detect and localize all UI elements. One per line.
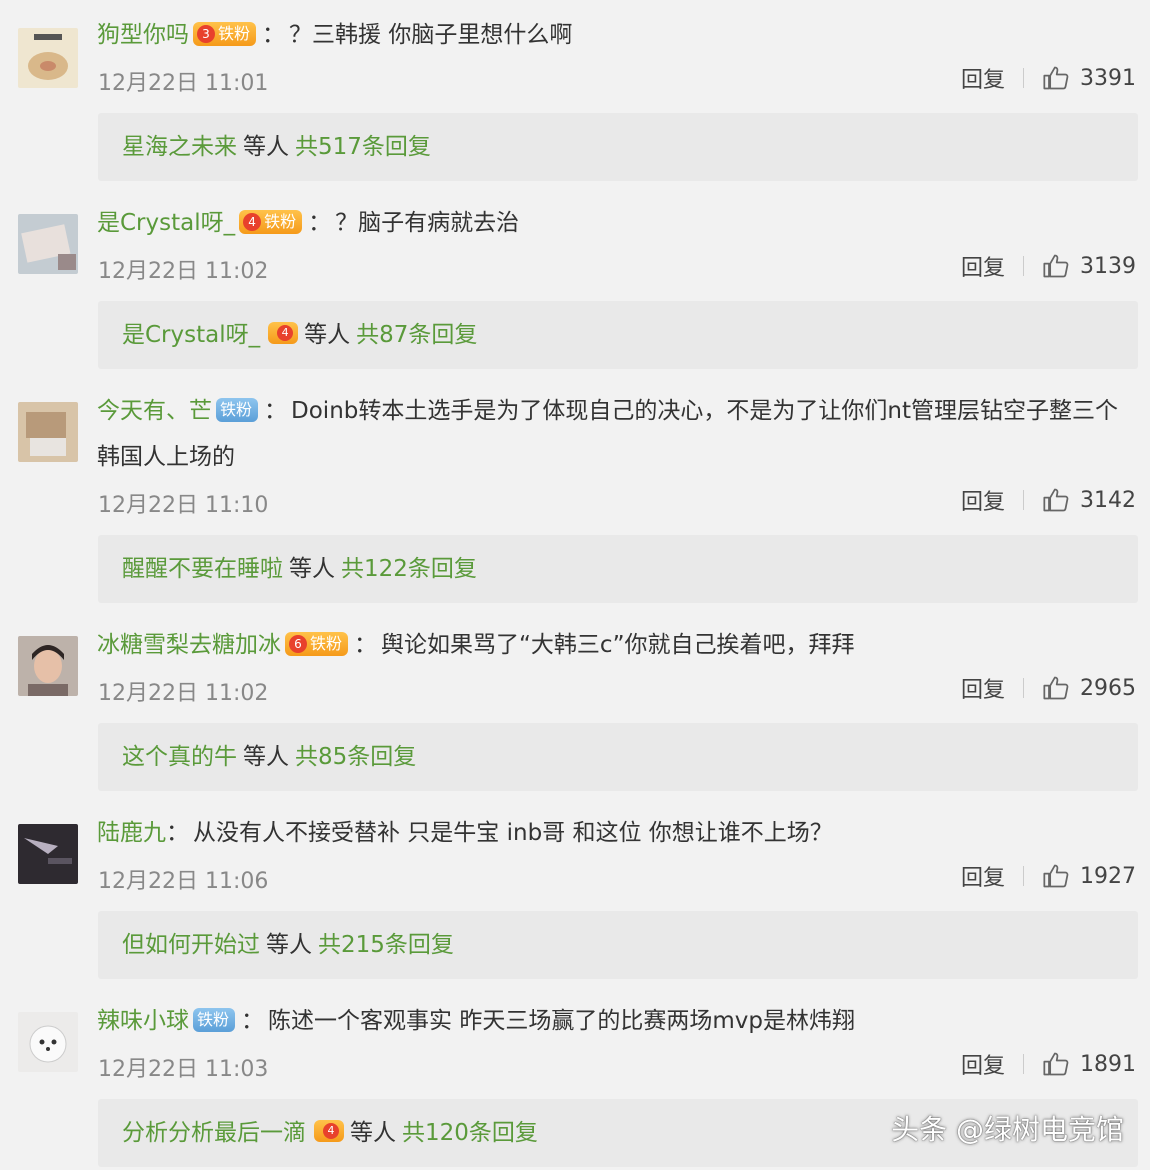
thumbs-up-icon[interactable] xyxy=(1042,1050,1070,1078)
reply-button[interactable]: 回复 xyxy=(961,484,1005,516)
like-count: 3391 xyxy=(1080,65,1136,91)
comment-text: 舆论如果骂了“大韩三c”你就自己挨着吧，拜拜 xyxy=(381,632,855,658)
comment-time: 12月22日 11:06 xyxy=(98,869,269,894)
thumbs-up-icon[interactable] xyxy=(1042,674,1070,702)
fan-badge: 6 铁粉 xyxy=(285,632,349,656)
avatar[interactable] xyxy=(18,28,78,88)
thumbs-up-icon[interactable] xyxy=(1042,486,1070,514)
reply-user[interactable]: 醒醒不要在睡啦 xyxy=(122,556,283,582)
divider xyxy=(1023,866,1024,886)
reply-summary[interactable]: 星海之未来 等人 共517条回复 xyxy=(98,113,1138,181)
divider xyxy=(1023,490,1024,510)
avatar-image xyxy=(18,402,78,462)
like-count: 3139 xyxy=(1080,253,1136,279)
avatar[interactable] xyxy=(18,402,78,462)
reply-count-link[interactable]: 共215条回复 xyxy=(318,932,454,958)
like-count: 2965 xyxy=(1080,675,1136,701)
thumbs-up-icon[interactable] xyxy=(1042,64,1070,92)
reply-user[interactable]: 但如何开始过 xyxy=(122,932,260,958)
reply-summary[interactable]: 这个真的牛 等人 共85条回复 xyxy=(98,723,1138,791)
thumbs-up-icon[interactable] xyxy=(1042,862,1070,890)
comment-text: 陈述一个客观事实 昨天三场赢了的比赛两场mvp是林炜翔 xyxy=(268,1008,855,1034)
comment-text: ？脑子有病就去治 xyxy=(335,210,520,236)
fan-level-icon: 4 xyxy=(268,322,299,344)
comment-text: 从没有人不接受替补 只是牛宝 inb哥 和这位 你想让谁不上场？ xyxy=(193,820,833,846)
comment-time: 12月22日 11:01 xyxy=(98,71,269,96)
reply-count-link[interactable]: 共87条回复 xyxy=(356,322,477,348)
reply-count-link[interactable]: 共85条回复 xyxy=(295,744,416,770)
divider xyxy=(1023,678,1024,698)
avatar-image xyxy=(18,214,78,274)
fan-badge: 铁粉 xyxy=(216,398,259,422)
like-count: 1891 xyxy=(1080,1051,1136,1077)
avatar[interactable] xyxy=(18,824,78,884)
fan-badge: 4 铁粉 xyxy=(239,210,303,234)
fan-level-icon: 4 xyxy=(314,1120,344,1142)
comment-time: 12月22日 11:10 xyxy=(98,493,269,518)
comment-time: 12月22日 11:02 xyxy=(98,681,269,706)
reply-user[interactable]: 是Crystal呀_ xyxy=(122,322,260,348)
reply-summary[interactable]: 醒醒不要在睡啦 等人 共122条回复 xyxy=(98,535,1138,603)
comment-text: ？三韩援 你脑子里想什么啊 xyxy=(289,22,573,48)
watermark: 头条 @绿树电竞馆 xyxy=(891,1113,1124,1146)
reply-count-link[interactable]: 共120条回复 xyxy=(402,1120,538,1146)
reply-button[interactable]: 回复 xyxy=(961,250,1005,282)
username[interactable]: 陆鹿九 xyxy=(97,820,166,846)
fan-badge: 铁粉 xyxy=(193,1008,236,1032)
reply-user[interactable]: 分析分析最后一滴 xyxy=(122,1120,306,1146)
reply-button[interactable]: 回复 xyxy=(961,672,1005,704)
username[interactable]: 狗型你吗 xyxy=(97,22,189,48)
reply-user[interactable]: 星海之未来 xyxy=(122,134,237,160)
divider xyxy=(1023,256,1024,276)
avatar-image xyxy=(18,824,78,884)
comment-time: 12月22日 11:02 xyxy=(98,259,269,284)
reply-count-link[interactable]: 共122条回复 xyxy=(341,556,477,582)
reply-summary[interactable]: 但如何开始过 等人 共215条回复 xyxy=(98,911,1138,979)
thumbs-up-icon[interactable] xyxy=(1042,252,1070,280)
avatar[interactable] xyxy=(18,636,78,696)
divider xyxy=(1023,1054,1024,1074)
reply-user[interactable]: 这个真的牛 xyxy=(122,744,237,770)
username[interactable]: 冰糖雪梨去糖加冰 xyxy=(97,632,281,658)
avatar[interactable] xyxy=(18,214,78,274)
username[interactable]: 是Crystal呀_ xyxy=(97,210,235,236)
avatar-image xyxy=(18,1012,78,1072)
avatar[interactable] xyxy=(18,1012,78,1072)
reply-button[interactable]: 回复 xyxy=(961,62,1005,94)
comment-time: 12月22日 11:03 xyxy=(98,1057,269,1082)
avatar-image xyxy=(18,636,78,696)
reply-summary[interactable]: 是Crystal呀_ 4 等人 共87条回复 xyxy=(98,301,1138,369)
reply-button[interactable]: 回复 xyxy=(961,1048,1005,1080)
reply-count-link[interactable]: 共517条回复 xyxy=(295,134,431,160)
avatar-image xyxy=(18,28,78,88)
like-count: 1927 xyxy=(1080,863,1136,889)
fan-badge: 3 铁粉 xyxy=(193,22,257,46)
divider xyxy=(1023,68,1024,88)
reply-button[interactable]: 回复 xyxy=(961,860,1005,892)
like-count: 3142 xyxy=(1080,487,1136,513)
username[interactable]: 今天有、芒 xyxy=(97,398,212,424)
username[interactable]: 辣味小球 xyxy=(97,1008,189,1034)
